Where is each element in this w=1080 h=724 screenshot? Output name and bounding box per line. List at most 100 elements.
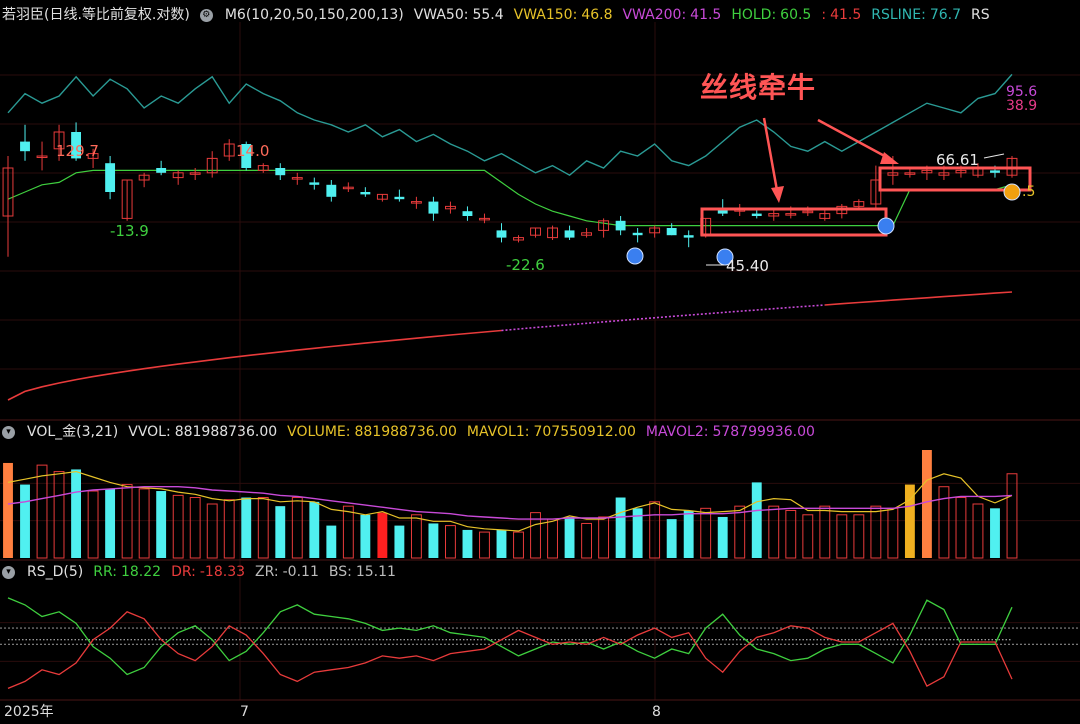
price-label-high: 129.7 bbox=[56, 142, 99, 160]
indicator-name: M6(10,20,50,150,200,13) bbox=[224, 7, 404, 23]
collapse-icon[interactable]: ▾ bbox=[2, 425, 15, 439]
volume-bar bbox=[462, 529, 473, 558]
stock-chart-canvas[interactable]: 129.7 14.0-13.9-22.6 45.4066.6195.638.9.5 bbox=[0, 0, 1080, 724]
volume-bar bbox=[342, 505, 354, 559]
main-field-value: 55.4 bbox=[472, 7, 504, 23]
rs-field-value: 18.22 bbox=[120, 564, 162, 580]
volume-bar bbox=[360, 514, 371, 558]
stock-title: 若羽臣(日线.等比前复权.对数) bbox=[2, 7, 190, 23]
candle-body bbox=[632, 232, 643, 236]
volume-bar bbox=[410, 514, 422, 559]
candle-body bbox=[751, 213, 762, 216]
volume-bar bbox=[547, 518, 558, 559]
volume-bar bbox=[496, 529, 507, 558]
volume-bar bbox=[20, 484, 30, 558]
price-label-high: 66.61 bbox=[936, 151, 979, 169]
price-label-right: .5 bbox=[1022, 184, 1035, 200]
volume-bar bbox=[700, 507, 712, 559]
rs-field: DR: -18.33 bbox=[171, 561, 245, 583]
volume-bar bbox=[326, 525, 337, 558]
signal-marker bbox=[626, 247, 644, 265]
volume-bar bbox=[121, 484, 133, 559]
volume-bar bbox=[377, 512, 388, 558]
volume-bar bbox=[172, 494, 184, 559]
date-label-7: 7 bbox=[240, 704, 249, 720]
volume-bar bbox=[138, 488, 150, 559]
main-field-label: VWA150: bbox=[513, 7, 578, 23]
rs-field-value: -18.33 bbox=[199, 564, 246, 580]
main-field-value: 76.7 bbox=[929, 7, 961, 23]
settings-icon[interactable]: ⚙ bbox=[199, 8, 213, 22]
rs-field-label: BS: bbox=[328, 564, 352, 580]
volume-bar bbox=[223, 499, 235, 559]
price-label-high: 14.0 bbox=[236, 142, 269, 160]
volume-bar bbox=[955, 497, 967, 559]
vol-field: VVOL: 881988736.00 bbox=[128, 421, 277, 443]
volume-bar bbox=[819, 505, 831, 559]
date-label-8: 8 bbox=[652, 704, 661, 720]
candle-body bbox=[156, 168, 167, 173]
rs-field-label: DR: bbox=[171, 564, 196, 580]
main-field-label: VWA50: bbox=[413, 7, 469, 23]
annotation-arrowhead bbox=[771, 186, 784, 203]
main-field: RSLINE: 76.7 bbox=[871, 4, 961, 26]
rs-field: RR: 18.22 bbox=[93, 561, 161, 583]
hold-series bbox=[7, 169, 1013, 227]
price-label-low: -22.6 bbox=[506, 256, 545, 274]
volume-bar bbox=[445, 525, 456, 559]
price-pointer bbox=[983, 153, 1005, 159]
main-field-label: : bbox=[821, 7, 827, 23]
candle-body bbox=[428, 201, 439, 214]
annotation-label: 丝线牵牛 bbox=[700, 71, 817, 104]
collapse-icon[interactable]: ▾ bbox=[2, 565, 15, 579]
vol-field: MAVOL2: 578799936.00 bbox=[646, 421, 815, 443]
volume-bar bbox=[990, 508, 1000, 558]
vol-field-label: VVOL: bbox=[128, 424, 171, 440]
rs-field-label: RR: bbox=[93, 564, 117, 580]
vwa200-series bbox=[501, 304, 825, 332]
volume-bar bbox=[257, 497, 269, 559]
candle-body bbox=[275, 168, 286, 176]
vol-field: MAVOL1: 707550912.00 bbox=[467, 421, 636, 443]
main-field-value: 60.5 bbox=[780, 7, 812, 23]
volume-bar bbox=[581, 522, 593, 559]
rs-field-value: -0.11 bbox=[282, 564, 319, 580]
candle-body bbox=[394, 196, 405, 200]
vwa-long-series bbox=[7, 329, 502, 401]
main-field: VWA150: 46.8 bbox=[514, 4, 613, 26]
main-chart-header: 若羽臣(日线.等比前复权.对数) ⚙ M6(10,20,50,150,200,1… bbox=[2, 4, 990, 26]
volume-bar bbox=[241, 497, 252, 558]
candle-body bbox=[462, 211, 473, 216]
rs-indicator-fields: RR: 18.22 DR: -18.33 ZR: -0.11 BS: 15.11 bbox=[93, 561, 396, 583]
signal-marker bbox=[877, 217, 895, 235]
vol-field-value: 578799936.00 bbox=[712, 424, 815, 440]
vol-field-value: 881988736.00 bbox=[354, 424, 457, 440]
volume-bar bbox=[71, 469, 82, 558]
volume-bar bbox=[36, 464, 48, 559]
main-field: HOLD: 60.5 bbox=[731, 4, 811, 26]
volume-header: ▾ VOL_金(3,21) VVOL: 881988736.00 VOLUME: 88… bbox=[2, 421, 815, 443]
volume-bar bbox=[598, 516, 610, 559]
volume-bar bbox=[768, 505, 780, 559]
candle-body bbox=[20, 141, 30, 152]
rs-field-label: ZR: bbox=[255, 564, 279, 580]
candle-body bbox=[990, 170, 1000, 173]
candle-body bbox=[666, 228, 677, 236]
main-field-value: 46.8 bbox=[581, 7, 613, 23]
volume-bar bbox=[921, 450, 932, 558]
volume-bar bbox=[189, 497, 201, 559]
volume-bar bbox=[394, 525, 405, 558]
main-field: VWA200: 41.5 bbox=[622, 4, 721, 26]
volume-bar bbox=[751, 482, 762, 558]
main-field-label: RS bbox=[970, 7, 990, 23]
volume-bar bbox=[275, 506, 286, 558]
price-label-low: 45.40 bbox=[726, 257, 769, 275]
candle-body bbox=[615, 220, 626, 231]
candle-body bbox=[683, 235, 694, 238]
vwa-long-series bbox=[824, 291, 1013, 306]
volume-bar bbox=[564, 516, 575, 558]
main-field: :41.5 bbox=[821, 4, 861, 26]
rs-header: ▾ RS_D(5) RR: 18.22 DR: -18.33 ZR: -0.11 BS: 15… bbox=[2, 561, 396, 583]
signal-marker bbox=[1003, 183, 1021, 201]
volume-bar bbox=[870, 505, 882, 559]
